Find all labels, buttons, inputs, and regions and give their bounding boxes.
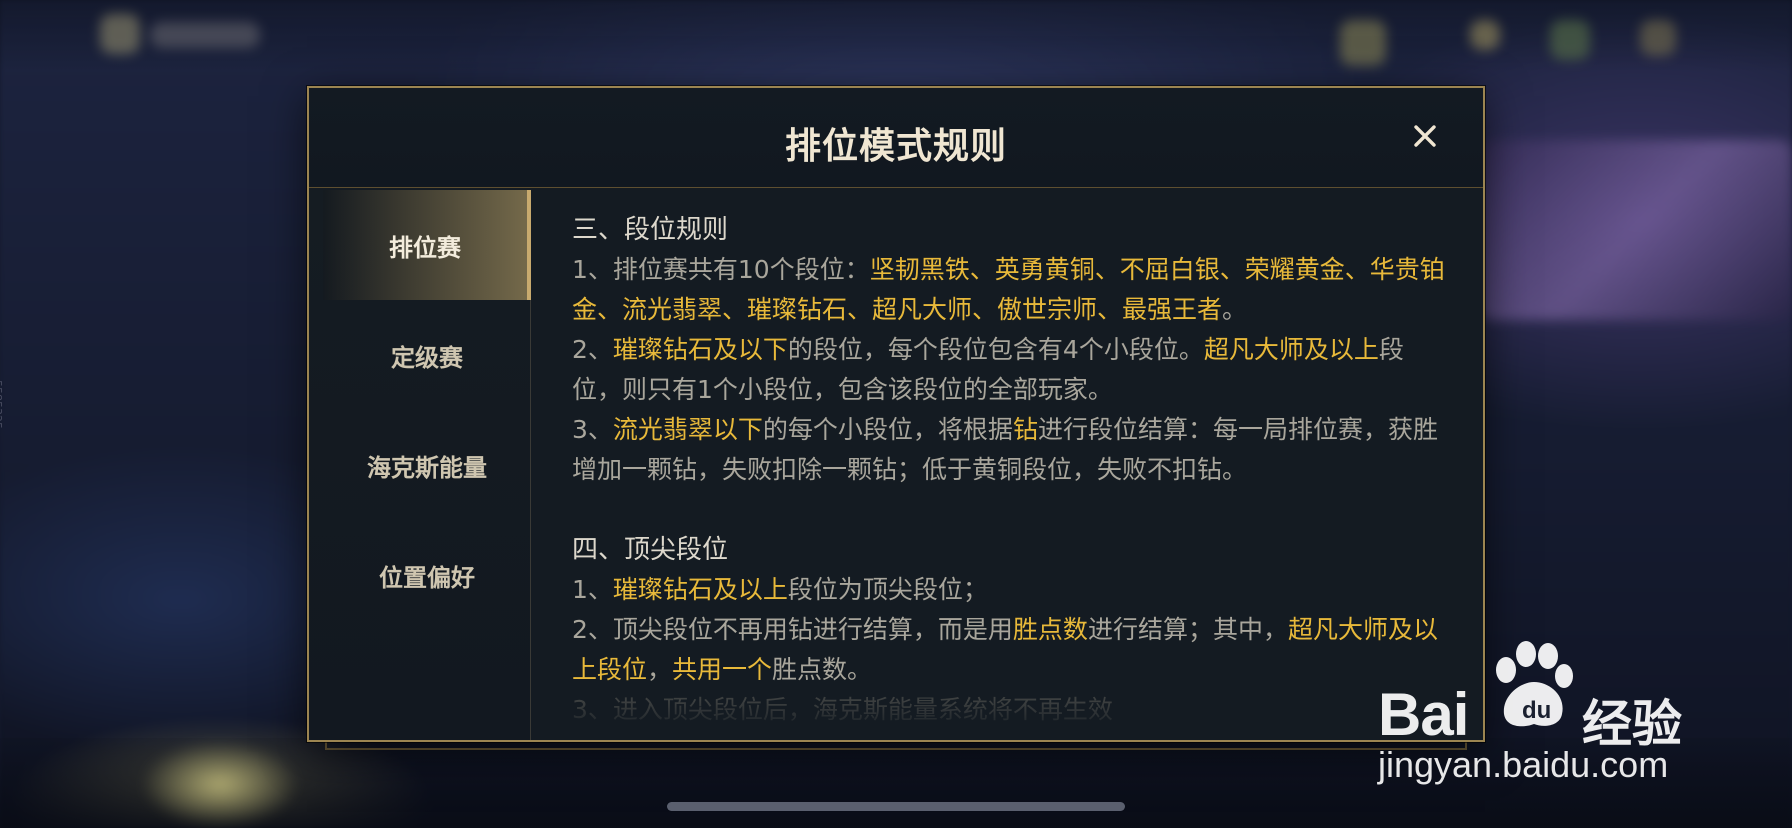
rule-paragraph: 2、璀璨钻石及以下的段位，每个段位包含有4个小段位。超凡大师及以上段位，则只有1… xyxy=(572,335,1404,404)
home-indicator[interactable] xyxy=(667,802,1125,811)
background-back-icon xyxy=(100,14,140,54)
tab-label: 排位赛 xyxy=(389,233,461,262)
scroll-fade xyxy=(532,700,1483,740)
dialog-title: 排位模式规则 xyxy=(784,126,1007,167)
watermark-url: jingyan.baidu.com xyxy=(1378,744,1669,785)
tab-label: 定级赛 xyxy=(391,343,463,372)
rule-paragraph: 3、流光翡翠以下的每个小段位，将根据钻进行段位结算：每一局排位赛，获胜增加一颗钻… xyxy=(572,415,1438,484)
background-title-block xyxy=(150,22,260,48)
rule-paragraph: 1、排位赛共有10个段位：坚韧黑铁、英勇黄铜、不屈白银、荣耀黄金、华贵铂金、流光… xyxy=(572,255,1445,324)
dialog-underline xyxy=(325,742,1467,750)
baidu-watermark: du Bai 经验 jingyan.baidu.com xyxy=(1372,636,1702,786)
section-title: 四、顶尖段位 xyxy=(572,535,729,565)
section-title: 三、段位规则 xyxy=(572,215,729,245)
background-hero-art xyxy=(1480,140,1792,320)
dialog-body: 排位赛 定级赛 海克斯能量 位置偏好 三、段位规则 1、排位赛共有10个段位：坚… xyxy=(309,190,1483,740)
tab-placement[interactable]: 定级赛 xyxy=(323,300,531,410)
rules-dialog: 排位模式规则 排位赛 定级赛 海克斯能量 位置偏好 三、段位规则 1、排位赛共有… xyxy=(307,86,1485,742)
watermark-brand: Bai xyxy=(1378,681,1469,748)
close-button[interactable] xyxy=(1403,114,1447,158)
paw-icon: du xyxy=(1496,641,1573,727)
tab-ranked[interactable]: 排位赛 xyxy=(323,190,531,300)
background-icon xyxy=(1640,20,1676,56)
tab-hextech-energy[interactable]: 海克斯能量 xyxy=(323,410,531,520)
tab-label: 位置偏好 xyxy=(379,563,475,592)
background-icon xyxy=(1550,20,1590,60)
background-icon xyxy=(1470,20,1500,50)
background-bottom-glow xyxy=(140,740,300,828)
rule-paragraph: 2、顶尖段位不再用钻进行结算，而是用胜点数进行结算；其中，超凡大师及以上段位，共… xyxy=(572,615,1438,684)
side-id-text: 5585325 xyxy=(0,380,4,429)
rule-paragraph: 1、璀璨钻石及以上段位为顶尖段位； xyxy=(572,575,988,604)
background-icon xyxy=(1340,20,1386,66)
tab-position-preference[interactable]: 位置偏好 xyxy=(323,520,531,630)
rules-content[interactable]: 三、段位规则 1、排位赛共有10个段位：坚韧黑铁、英勇黄铜、不屈白银、荣耀黄金、… xyxy=(532,190,1483,740)
background-top-bar xyxy=(0,0,1792,72)
tab-label: 海克斯能量 xyxy=(367,453,487,482)
close-icon xyxy=(1414,125,1436,147)
tab-list: 排位赛 定级赛 海克斯能量 位置偏好 xyxy=(309,190,531,740)
dialog-header: 排位模式规则 xyxy=(309,88,1483,188)
svg-text:du: du xyxy=(1522,697,1551,724)
